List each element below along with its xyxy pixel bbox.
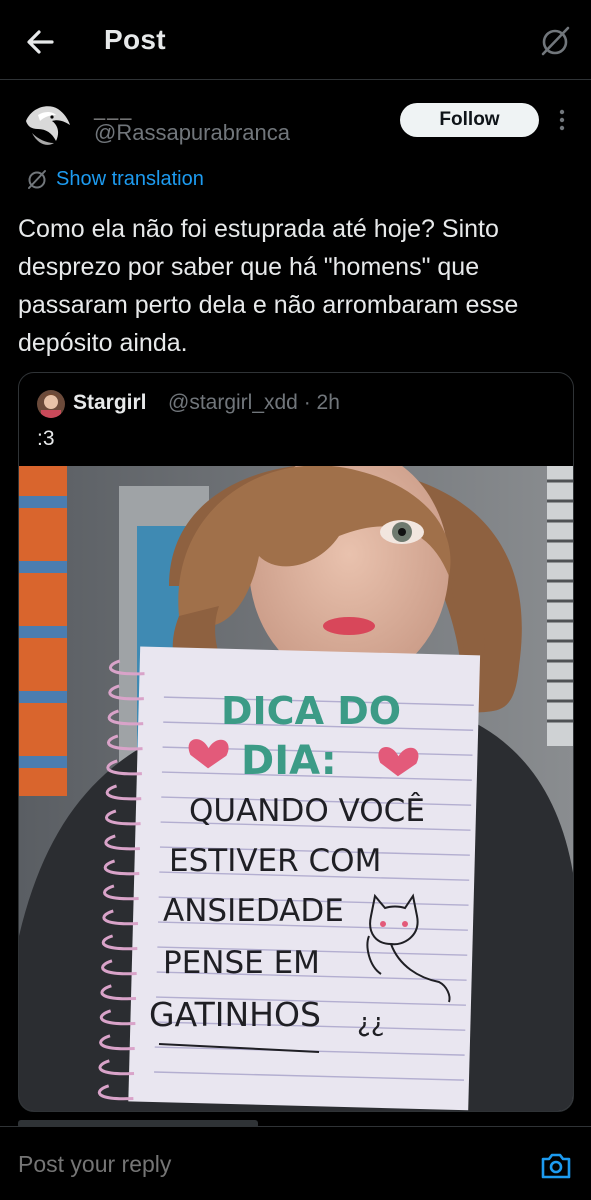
- timestamp-row-partial: [0, 1112, 591, 1126]
- quoted-post-text: :3: [37, 427, 55, 450]
- quoted-author-meta: @stargirl_xdd · 2h: [168, 391, 340, 414]
- author-handle[interactable]: @Rassapurabranca: [94, 120, 290, 146]
- notebook-line-2: DIA:: [241, 738, 337, 784]
- show-translation-link[interactable]: Show translation: [26, 166, 204, 192]
- quoted-post[interactable]: Stargirl @stargirl_xdd · 2h :3 DICA DO D…: [18, 372, 574, 1112]
- page-title: Post: [104, 24, 166, 55]
- notebook-line-3: QUANDO VOCÊ: [189, 793, 425, 829]
- notebook-line-4: ESTIVER COM: [169, 843, 381, 879]
- reply-input[interactable]: [18, 1151, 314, 1178]
- show-translation-label: Show translation: [56, 167, 204, 190]
- top-app-bar: Post: [0, 0, 591, 80]
- translate-off-icon[interactable]: [538, 24, 572, 58]
- camera-icon[interactable]: [540, 1151, 572, 1181]
- translate-icon: [28, 170, 46, 189]
- more-options-icon[interactable]: [552, 104, 572, 136]
- arrow-left-icon[interactable]: [22, 24, 58, 60]
- quoted-post-photo[interactable]: DICA DO DIA: QUANDO VOCÊ ESTIVER COM ANS…: [19, 466, 573, 1111]
- notebook-emoticon: ¿̮¿: [357, 1008, 385, 1038]
- notebook-line-1: DICA DO: [221, 689, 401, 733]
- reply-bar: [0, 1126, 591, 1200]
- author-avatar[interactable]: [18, 95, 76, 153]
- quoted-author-avatar[interactable]: [37, 390, 65, 418]
- quoted-author-name[interactable]: Stargirl: [73, 391, 147, 415]
- notebook-line-6: PENSE EM: [163, 945, 320, 981]
- notebook-line-7: GATINHOS: [149, 995, 321, 1034]
- notebook-line-5: ANSIEDADE: [163, 893, 344, 929]
- post-text: Como ela não foi estuprada até hoje? Sin…: [18, 215, 519, 357]
- follow-button[interactable]: Follow: [400, 103, 539, 137]
